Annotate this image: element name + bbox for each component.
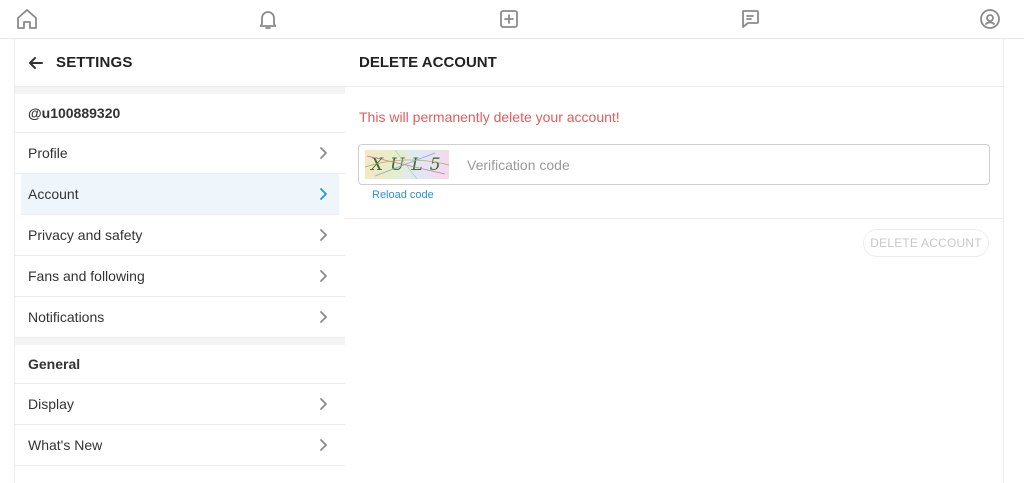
delete-account-button[interactable]: DELETE ACCOUNT — [863, 229, 989, 257]
sidebar-item-privacy-and-safety[interactable]: Privacy and safety — [15, 215, 345, 256]
bell-icon[interactable] — [255, 6, 281, 32]
verification-code-field: XUL5 — [358, 144, 990, 185]
sidebar-item-notifications[interactable]: Notifications — [15, 297, 345, 338]
sidebar-item-account[interactable]: Account — [21, 174, 339, 215]
chevron-right-icon — [317, 310, 329, 324]
sidebar-item-label: Notifications — [28, 309, 105, 325]
sidebar-header: SETTINGS — [15, 39, 345, 87]
sidebar-item-label: Display — [28, 396, 74, 412]
top-navigation-bar — [0, 0, 1024, 39]
plus-square-icon[interactable] — [496, 6, 522, 32]
chevron-right-icon — [317, 397, 329, 411]
settings-sidebar: SETTINGS @u100889320 Profile Account Pri… — [14, 39, 346, 483]
chevron-right-icon — [317, 146, 329, 160]
sidebar-item-whats-new[interactable]: What's New — [15, 425, 345, 466]
page-title: DELETE ACCOUNT — [345, 39, 1003, 87]
divider — [345, 218, 1003, 219]
chevron-right-icon — [317, 438, 329, 452]
sidebar-item-profile[interactable]: Profile — [15, 133, 345, 174]
general-heading: General — [15, 345, 345, 384]
sidebar-item-fans-and-following[interactable]: Fans and following — [15, 256, 345, 297]
sidebar-item-label: Profile — [28, 145, 68, 161]
reload-code-link[interactable]: Reload code — [372, 189, 434, 201]
back-arrow-icon[interactable] — [28, 55, 44, 71]
user-circle-icon[interactable] — [977, 6, 1003, 32]
chevron-right-icon — [317, 269, 329, 283]
section-gap — [15, 87, 345, 94]
captcha-noise-lines — [365, 150, 449, 179]
sidebar-item-label: Fans and following — [28, 268, 145, 284]
chevron-right-icon — [317, 228, 329, 242]
verification-code-input[interactable] — [465, 148, 969, 181]
captcha-image: XUL5 — [365, 150, 449, 179]
sidebar-item-label: Account — [28, 186, 79, 202]
sidebar-item-display[interactable]: Display — [15, 384, 345, 425]
home-icon[interactable] — [14, 6, 40, 32]
sidebar-title: SETTINGS — [56, 54, 133, 71]
chat-icon[interactable] — [737, 6, 763, 32]
username-heading: @u100889320 — [15, 94, 345, 133]
section-gap — [15, 338, 345, 345]
delete-warning-text: This will permanently delete your accoun… — [359, 109, 620, 125]
sidebar-item-label: Privacy and safety — [28, 227, 143, 243]
chevron-right-icon — [317, 187, 329, 201]
sidebar-item-label: What's New — [28, 437, 103, 453]
delete-account-panel: DELETE ACCOUNT This will permanently del… — [345, 39, 1004, 483]
